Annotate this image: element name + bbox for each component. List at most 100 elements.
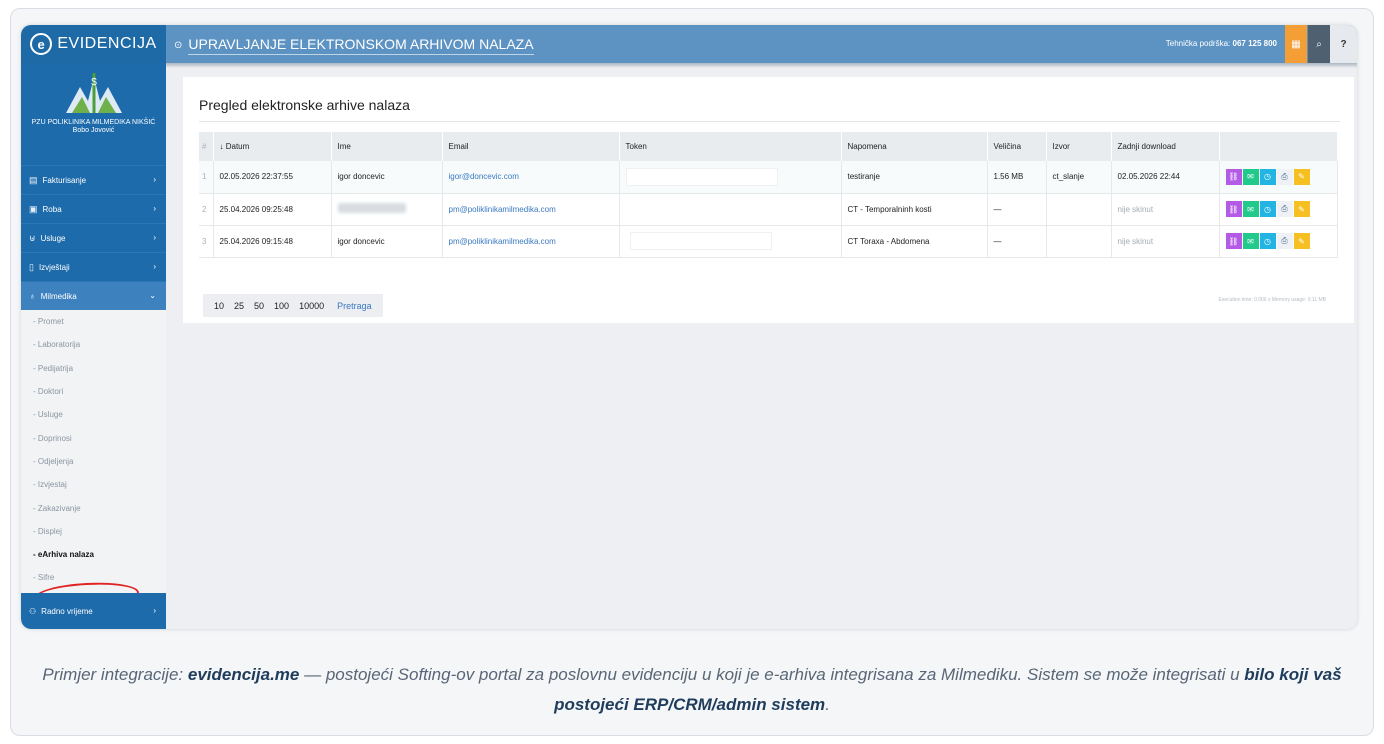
cell-ime (331, 193, 443, 225)
column-header-izvor[interactable]: Izvor (1046, 132, 1112, 161)
column-header-ime[interactable]: Ime (331, 132, 443, 161)
search-link[interactable]: Pretraga (337, 301, 372, 311)
submenu-item-laboratorija[interactable]: - Laboratorija (21, 333, 166, 356)
cell-actions: ⛓ ✉ ◷ ⎙ ✎ (1219, 161, 1338, 193)
page-size-selector: 10 25 50 100 10000 Pretraga (203, 294, 383, 317)
app-logo[interactable]: e EVIDENCIJA (21, 25, 166, 63)
print-icon[interactable]: ⎙ (1276, 168, 1293, 185)
submenu-item-promet[interactable]: - Promet (21, 310, 166, 333)
search-icon: ⌕ (1316, 38, 1322, 50)
cell-actions: ⛓ ✉ ◷ ⎙ ✎ (1219, 193, 1338, 225)
page-title-text: UPRAVLJANJE ELEKTRONSKOM ARHIVOM NALAZA (188, 36, 534, 55)
org-name: PZU POLIKLINIKA MILMEDIKA NIKŠIĆ (31, 119, 156, 126)
support-phone: 067 125 800 (1232, 39, 1278, 48)
submenu-item-pedijatrija[interactable]: - Pedijatrija (21, 357, 166, 380)
cell-ime: igor doncevic (331, 161, 443, 193)
column-header-zadnji-download[interactable]: Zadnji download (1111, 132, 1220, 161)
sidebar-item-label: Fakturisanje (42, 175, 87, 185)
submenu-item-doktori[interactable]: - Doktori (21, 380, 166, 403)
edit-icon[interactable]: ✎ (1293, 233, 1310, 249)
document-icon: ▯ (29, 261, 34, 272)
chevron-right-icon: › (153, 262, 156, 271)
help-icon: ? (1340, 38, 1347, 50)
page-size-10000[interactable]: 10000 (299, 301, 324, 311)
box-icon: ▣ (29, 203, 38, 214)
top-bar: ⊙ UPRAVLJANJE ELEKTRONSKOM ARHIVOM NALAZ… (166, 25, 1357, 63)
sidebar-item-label: Roba (42, 204, 62, 214)
support-info: Tehnička podrška: 067 125 800 (1166, 39, 1277, 48)
token-redacted (629, 232, 772, 250)
cell-velicina: — (987, 193, 1047, 225)
name-redacted (337, 203, 406, 213)
clock-icon[interactable]: ◷ (1259, 168, 1276, 185)
table-row[interactable]: 1 02.05.2026 22:37:55 igor doncevic igor… (199, 161, 1338, 193)
page-size-100[interactable]: 100 (274, 301, 289, 311)
sidebar-item-label: Izvještaji (38, 262, 70, 272)
calculator-icon: ▦ (1291, 38, 1301, 50)
sidebar-item-label: Usluge (40, 233, 66, 243)
clock-icon[interactable]: ◷ (1259, 201, 1276, 217)
row-number: 3 (199, 225, 214, 257)
submenu-item-doprinosi[interactable]: - Doprinosi (21, 426, 166, 449)
basket-icon: ⊎ (29, 232, 36, 243)
mail-icon[interactable]: ✉ (1242, 168, 1259, 185)
caption-bold: evidencija.me (187, 665, 300, 684)
token-redacted (625, 167, 778, 186)
mail-icon[interactable]: ✉ (1242, 233, 1259, 249)
submenu-item-zakazivanje[interactable]: - Zakazivanje (21, 496, 166, 519)
page-size-25[interactable]: 25 (234, 301, 244, 311)
cell-datum: 02.05.2026 22:37:55 (213, 161, 332, 193)
submenu-item-usluge[interactable]: - Usluge (21, 403, 166, 426)
search-button[interactable]: ⌕ (1308, 25, 1330, 63)
cell-email-link[interactable]: pm@poliklinikamilmedika.com (442, 225, 620, 257)
main-panel: Pregled elektronske arhive nalaza # ↓ Da… (183, 77, 1354, 323)
cell-datum: 25.04.2026 09:15:48 (213, 225, 332, 257)
submenu-item-earhiva[interactable]: - eArhiva nalaza (21, 543, 166, 566)
sidebar-item-izvjestaji[interactable]: ▯ Izvještaji › (21, 252, 166, 281)
page-size-10[interactable]: 10 (214, 301, 224, 311)
calculator-button[interactable]: ▦ (1285, 25, 1307, 63)
cell-email-link[interactable]: igor@doncevic.com (442, 161, 620, 193)
row-number: 1 (199, 161, 214, 193)
chevron-down-icon: ⌄ (149, 291, 156, 300)
cell-token (619, 225, 842, 257)
support-label: Tehnička podrška: (1165, 39, 1231, 48)
column-header-velicina[interactable]: Veličina (987, 132, 1047, 161)
submenu-item-izvjestaj[interactable]: - Izvjestaj (21, 473, 166, 496)
sidebar-item-radno-vrijeme[interactable]: ⚇ Radno vrijeme › (21, 593, 166, 629)
sidebar-item-milmedika[interactable]: ♁ Milmedika ⌄ (21, 281, 166, 310)
chevron-right-icon: › (153, 204, 156, 213)
table-header-row: # ↓ Datum Ime Email Token Napomena Velič… (199, 132, 1338, 161)
link-icon[interactable]: ⛓ (1225, 201, 1242, 217)
link-icon[interactable]: ⛓ (1225, 233, 1242, 249)
clock-icon[interactable]: ◷ (1259, 233, 1276, 249)
cell-velicina: — (987, 225, 1047, 257)
edit-icon[interactable]: ✎ (1293, 201, 1310, 217)
caption-text: . (825, 695, 830, 714)
cell-actions: ⛓ ✉ ◷ ⎙ ✎ (1219, 225, 1338, 257)
cell-email-link[interactable]: pm@poliklinikamilmedika.com (442, 193, 620, 225)
sidebar-item-usluge[interactable]: ⊎ Usluge › (21, 223, 166, 252)
print-icon[interactable]: ⎙ (1276, 233, 1293, 249)
column-header-napomena[interactable]: Napomena (841, 132, 988, 161)
table-row[interactable]: 3 25.04.2026 09:15:48 igor doncevic pm@p… (199, 225, 1338, 257)
link-icon[interactable]: ⛓ (1225, 168, 1242, 185)
column-header-token[interactable]: Token (619, 132, 842, 161)
edit-icon[interactable]: ✎ (1293, 168, 1310, 185)
sidebar-item-roba[interactable]: ▣ Roba › (21, 194, 166, 223)
user-name: Bobo Jovović (72, 127, 115, 134)
caption-text: Primjer integracije: (42, 665, 188, 684)
brand-block: $ PZU POLIKLINIKA MILMEDIKA NIKŠIĆ Bobo … (21, 63, 166, 165)
submenu-item-displej[interactable]: - Displej (21, 520, 166, 543)
archive-table: # ↓ Datum Ime Email Token Napomena Velič… (199, 132, 1338, 258)
submenu-item-odjeljenja[interactable]: - Odjeljenja (21, 450, 166, 473)
sidebar-item-fakturisanje[interactable]: ▤ Fakturisanje › (21, 165, 166, 194)
column-header-datum[interactable]: ↓ Datum (213, 132, 332, 161)
column-header-email[interactable]: Email (442, 132, 620, 161)
help-button[interactable]: ? (1330, 25, 1357, 63)
print-icon[interactable]: ⎙ (1276, 201, 1293, 217)
page-size-50[interactable]: 50 (254, 301, 264, 311)
mail-icon[interactable]: ✉ (1242, 201, 1259, 217)
caption-text: — postojeći Softing-ov portal za poslovn… (299, 665, 1245, 684)
table-row[interactable]: 2 25.04.2026 09:25:48 pm@poliklinikamilm… (199, 193, 1338, 225)
